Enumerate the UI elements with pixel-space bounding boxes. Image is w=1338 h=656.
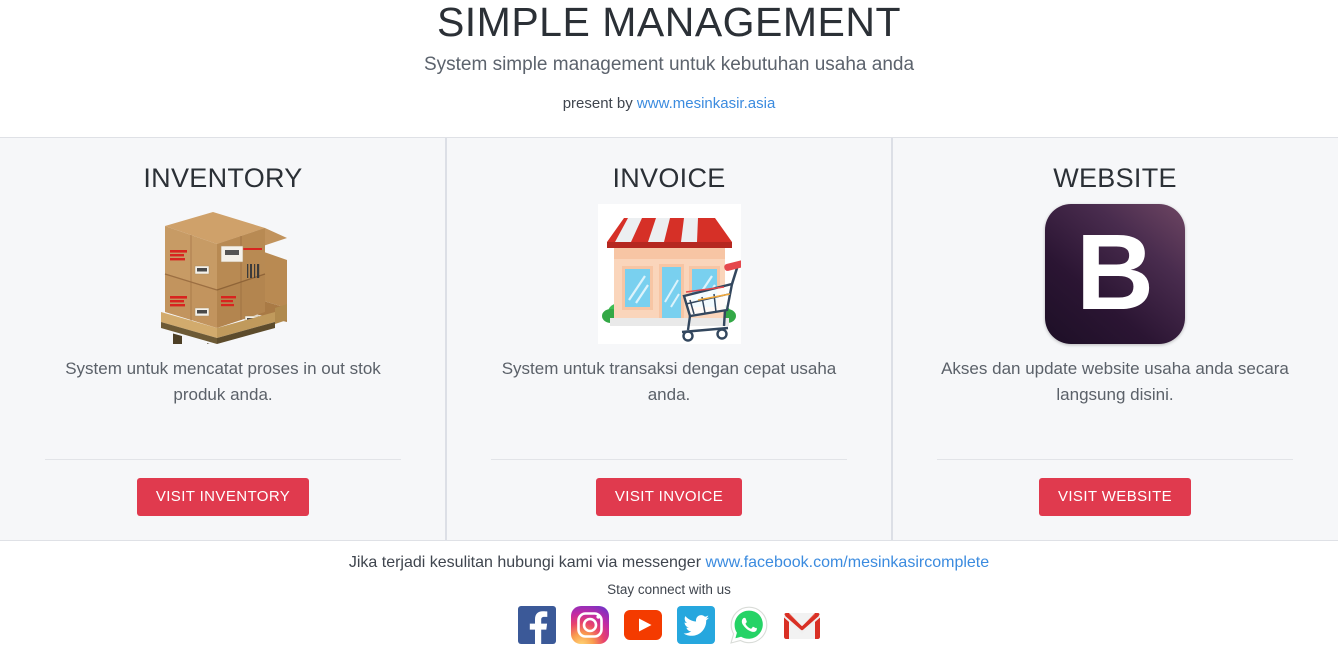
card-divider bbox=[491, 459, 847, 460]
visit-invoice-button[interactable]: VISIT INVOICE bbox=[595, 478, 743, 516]
twitter-icon[interactable] bbox=[676, 605, 716, 645]
stay-connect-label: Stay connect with us bbox=[607, 582, 731, 597]
cardboard-boxes-on-pallet-icon bbox=[161, 212, 287, 344]
page-header: SIMPLE MANAGEMENT System simple manageme… bbox=[0, 0, 1338, 137]
card-website: WEBSITE B Akses dan update website usaha… bbox=[891, 138, 1338, 540]
card-invoice: INVOICE System untuk transaksi dengan ce… bbox=[445, 138, 892, 540]
page-title: SIMPLE MANAGEMENT bbox=[436, 0, 902, 45]
gmail-icon[interactable] bbox=[782, 605, 822, 645]
card-title-inventory: INVENTORY bbox=[143, 163, 303, 193]
bootstrap-logo-letter: B bbox=[1076, 211, 1154, 332]
instagram-icon[interactable] bbox=[570, 605, 610, 645]
cards-section: INVENTORY System untuk mencatat proses i… bbox=[0, 137, 1338, 541]
card-art-website: B bbox=[1045, 203, 1185, 345]
presented-by-prefix: present by bbox=[562, 95, 637, 112]
visit-website-button[interactable]: VISIT WEBSITE bbox=[1038, 478, 1192, 516]
youtube-icon[interactable] bbox=[623, 605, 663, 645]
card-divider bbox=[937, 459, 1293, 460]
page-footer: Jika terjadi kesulitan hubungi kami via … bbox=[0, 541, 1338, 655]
card-description-inventory: System untuk mencatat proses in out stok… bbox=[65, 359, 381, 404]
card-inventory: INVENTORY System untuk mencatat proses i… bbox=[0, 138, 446, 540]
card-description-invoice: System untuk transaksi dengan cepat usah… bbox=[501, 359, 837, 404]
card-title-invoice: INVOICE bbox=[612, 163, 726, 193]
social-links bbox=[0, 605, 1338, 645]
card-art-invoice bbox=[597, 203, 741, 345]
page-subtitle: System simple management untuk kebutuhan… bbox=[423, 54, 915, 75]
card-title-website: WEBSITE bbox=[1053, 163, 1177, 193]
card-art-inventory bbox=[147, 203, 299, 345]
card-description-website: Akses dan update website usaha anda seca… bbox=[941, 359, 1289, 404]
bootstrap-logo-icon: B bbox=[1045, 204, 1185, 344]
facebook-messenger-link[interactable]: www.facebook.com/mesinkasircomplete bbox=[705, 554, 989, 571]
storefront-with-shopping-cart-icon bbox=[597, 204, 741, 344]
footer-contact-prefix: Jika terjadi kesulitan hubungi kami via … bbox=[348, 554, 706, 571]
card-divider bbox=[45, 459, 401, 460]
facebook-icon[interactable] bbox=[517, 605, 557, 645]
mesinkasir-link[interactable]: www.mesinkasir.asia bbox=[637, 95, 775, 112]
whatsapp-icon[interactable] bbox=[729, 605, 769, 645]
presented-by: present by www.mesinkasir.asia bbox=[0, 94, 1338, 114]
visit-inventory-button[interactable]: VISIT INVENTORY bbox=[136, 478, 310, 516]
footer-contact: Jika terjadi kesulitan hubungi kami via … bbox=[0, 552, 1338, 574]
